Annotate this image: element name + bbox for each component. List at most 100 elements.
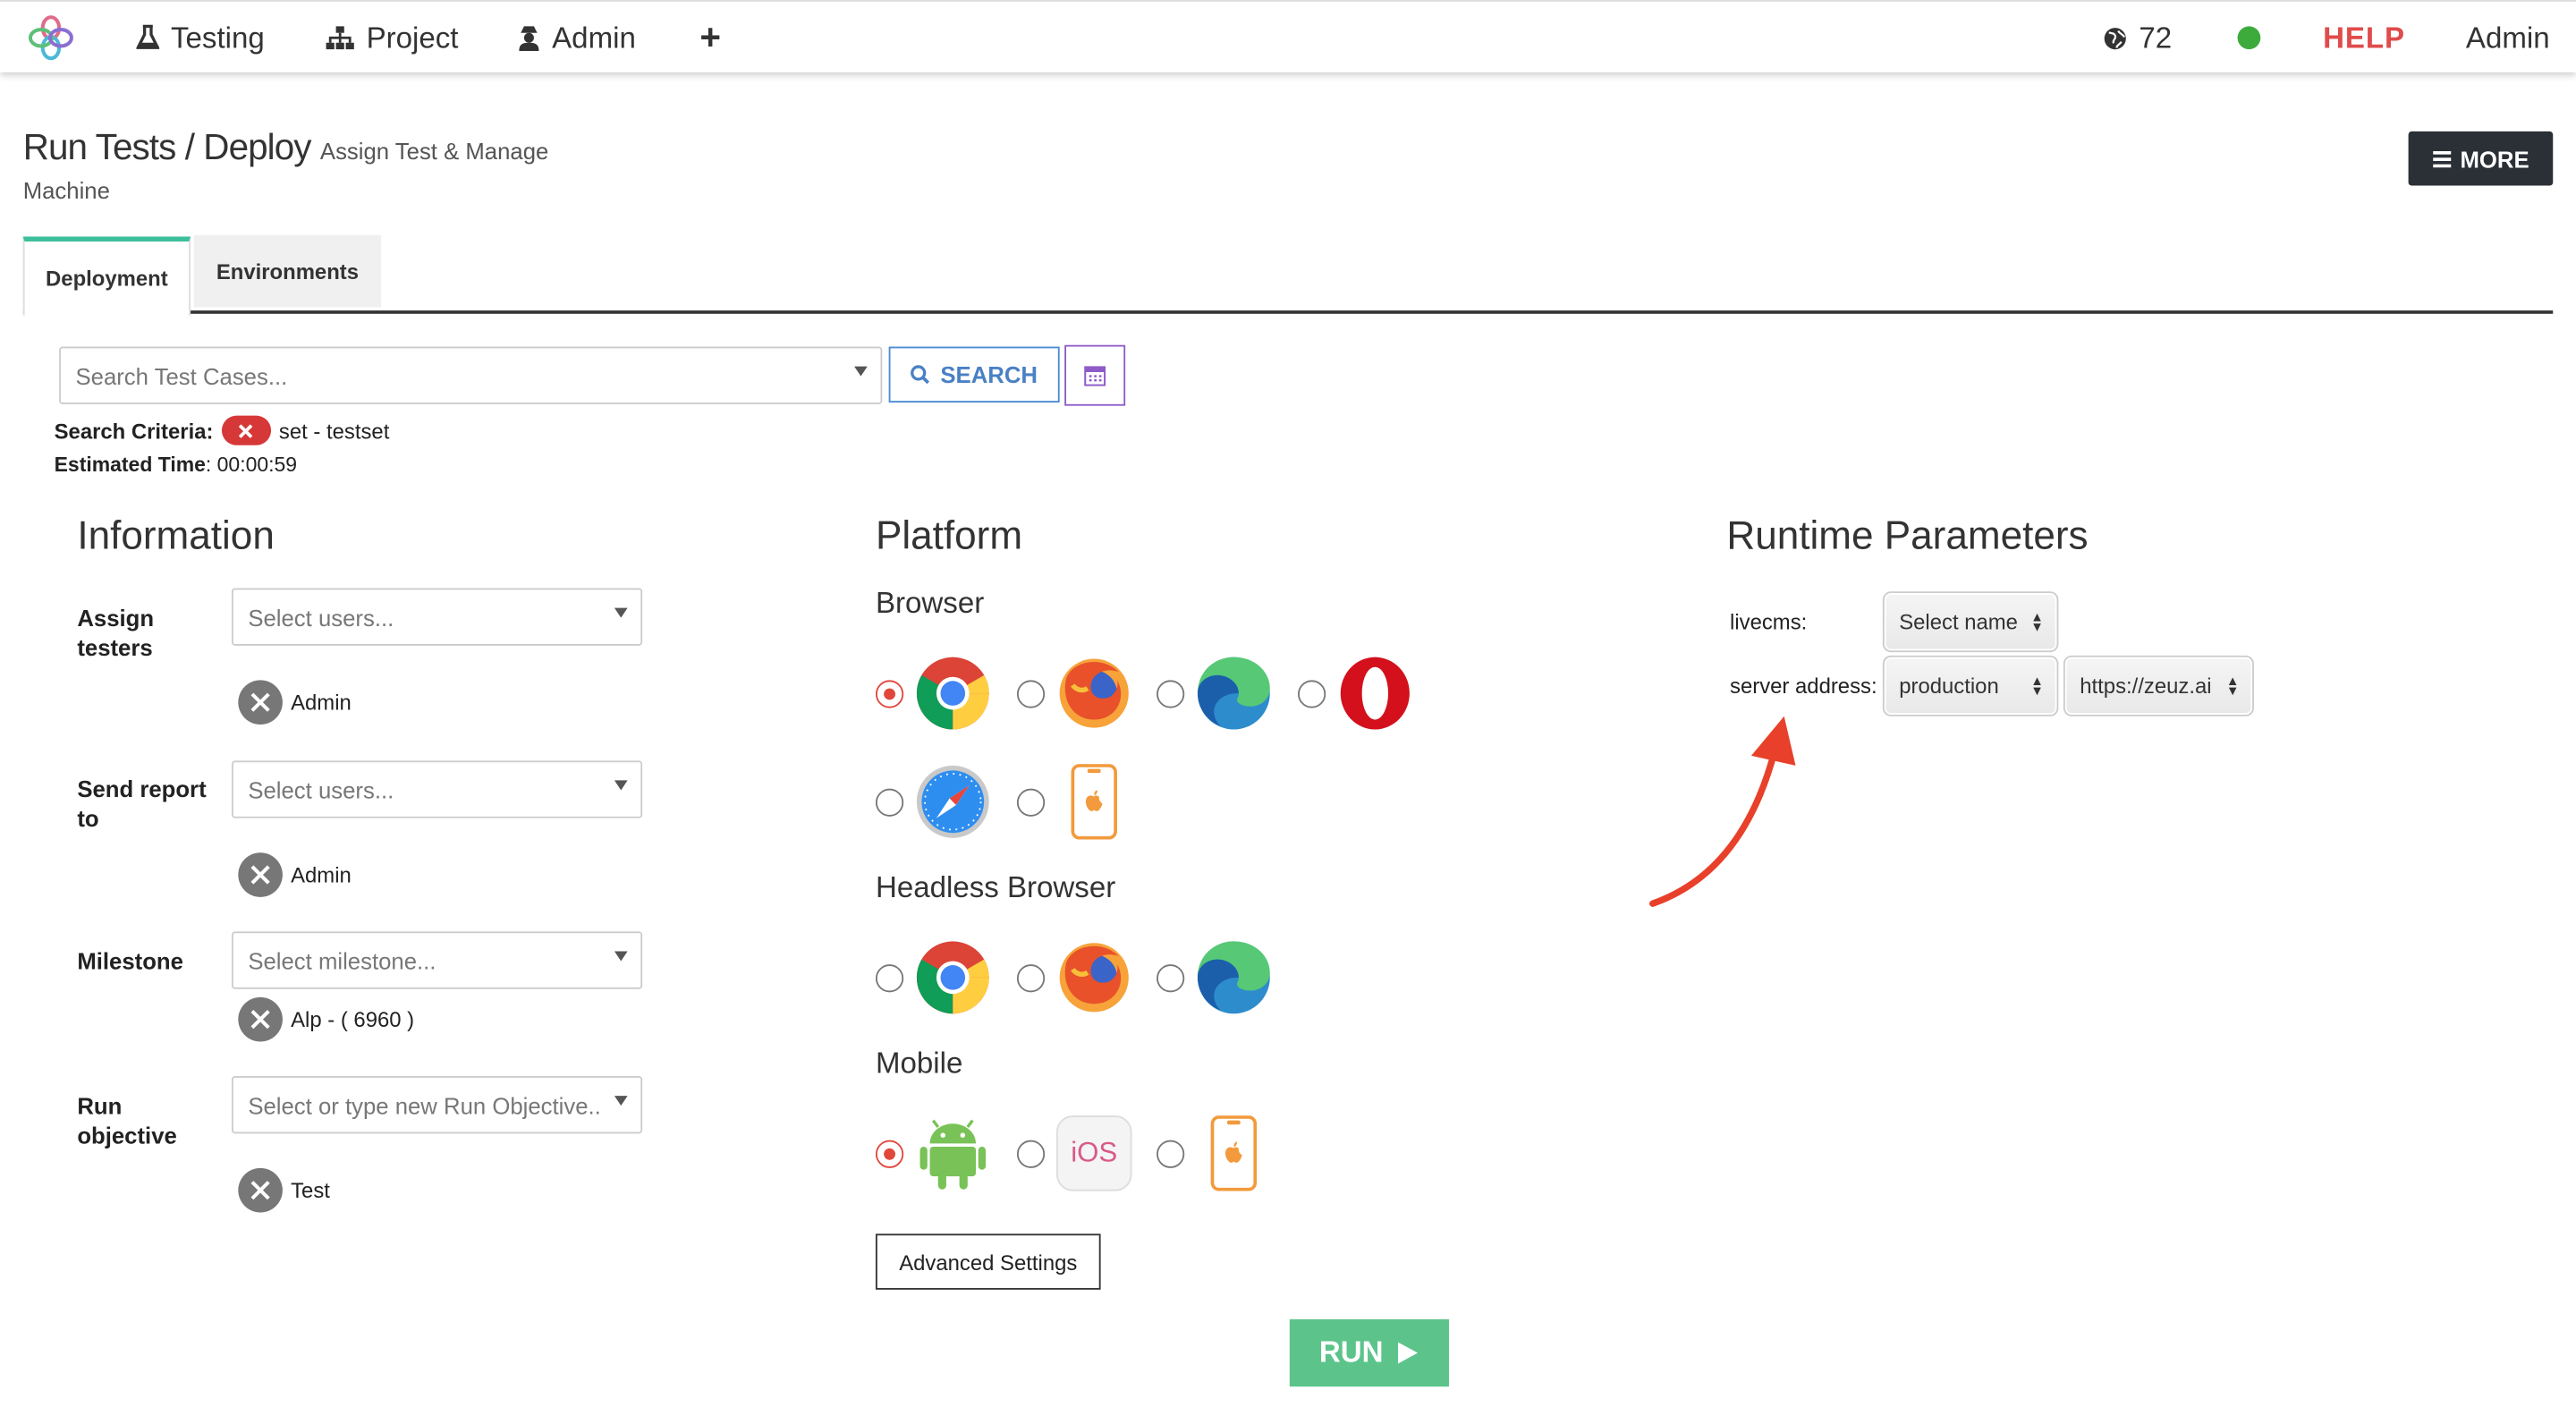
radio-browser-opera[interactable]: [1297, 680, 1326, 708]
run-objective-label: Run objective: [77, 1092, 177, 1149]
livecms-select[interactable]: Select name ▲ ▼: [1882, 591, 2059, 653]
radio-browser-ios-device[interactable]: [1016, 788, 1046, 817]
search-label: SEARCH: [940, 361, 1038, 388]
page-title: Run Tests / Deploy Assign Test & Manage: [23, 126, 549, 169]
run-objective-select[interactable]: Select or type new Run Objective..: [231, 1076, 643, 1134]
tabs-divider: [22, 310, 2554, 314]
assigned-tester-name: Admin: [291, 690, 352, 715]
app-logo[interactable]: [26, 2, 75, 74]
android-icon: [919, 1119, 987, 1190]
calendar-button[interactable]: [1064, 344, 1126, 406]
safari-icon: [916, 765, 989, 838]
play-icon: [1398, 1342, 1419, 1364]
top-navbar: Testing Project Admin + 72 HELP Admin: [0, 0, 2576, 72]
chrome-icon: [916, 941, 989, 1014]
milestone-name: Alp - ( 6960 ): [291, 1006, 415, 1032]
browser-heading: Browser: [875, 586, 985, 620]
server-env-value: production: [1899, 674, 1999, 699]
criteria-label: Search Criteria:: [54, 418, 214, 443]
notifications[interactable]: 72: [2103, 2, 2172, 74]
send-report-label: Send report to: [77, 775, 207, 832]
search-test-cases-input[interactable]: Search Test Cases...: [59, 346, 883, 404]
close-icon: [239, 423, 253, 437]
radio-browser-edge[interactable]: [1157, 680, 1185, 708]
ios-device-icon: [1071, 764, 1117, 840]
radio-mobile-ios[interactable]: [1016, 1140, 1046, 1168]
updown-icon: ▲ ▼: [2030, 609, 2044, 634]
more-button[interactable]: MORE: [2408, 131, 2554, 186]
radio-mobile-ios-device[interactable]: [1157, 1140, 1185, 1168]
chevron-down-icon: [614, 951, 628, 962]
estimated-time-value: : 00:00:59: [205, 453, 298, 477]
user-menu[interactable]: Admin: [2466, 2, 2550, 74]
remove-milestone-button[interactable]: [238, 996, 283, 1042]
run-objective-placeholder: Select or type new Run Objective..: [248, 1091, 601, 1118]
search-icon: [911, 365, 930, 385]
remove-recipient-button[interactable]: [238, 852, 283, 897]
nav-admin-label: Admin: [552, 20, 636, 54]
ios-text: iOS: [1071, 1136, 1118, 1168]
assign-testers-label: Assign testers: [77, 604, 155, 661]
firefox-icon: [1059, 943, 1129, 1013]
run-button[interactable]: RUN: [1289, 1318, 1449, 1387]
nav-add-button[interactable]: +: [699, 2, 721, 74]
nav-project-label: Project: [366, 20, 459, 54]
tab-environments[interactable]: Environments: [193, 234, 382, 308]
radio-headless-firefox[interactable]: [1016, 964, 1046, 993]
search-criteria: Search Criteria: set - testset: [54, 415, 390, 445]
send-report-select[interactable]: Select users...: [231, 760, 643, 818]
assign-testers-select[interactable]: Select users...: [231, 588, 643, 646]
opera-icon: [1340, 657, 1410, 730]
server-env-select[interactable]: production ▲ ▼: [1882, 655, 2059, 716]
estimated-time: Estimated Time: 00:00:59: [55, 453, 297, 477]
nav-testing[interactable]: Testing: [136, 2, 265, 74]
headless-heading: Headless Browser: [875, 870, 1116, 904]
nav-project[interactable]: Project: [326, 2, 459, 74]
estimated-time-label: Estimated Time: [54, 453, 206, 477]
run-objective-name: Test: [291, 1177, 330, 1203]
firefox-icon: [1059, 658, 1129, 728]
tab-deployment[interactable]: Deployment: [22, 236, 191, 316]
search-button[interactable]: SEARCH: [888, 346, 1060, 403]
flask-icon: [136, 24, 160, 49]
runtime-heading: Runtime Parameters: [1726, 513, 2089, 559]
close-icon: [250, 865, 270, 885]
livecms-value: Select name: [1899, 609, 2018, 634]
radio-headless-chrome[interactable]: [875, 964, 904, 993]
chevron-down-icon: [614, 607, 628, 618]
edge-icon: [1197, 941, 1270, 1014]
close-icon: [250, 1181, 270, 1200]
radio-browser-firefox[interactable]: [1016, 680, 1046, 708]
assign-testers-placeholder: Select users...: [248, 603, 394, 631]
close-icon: [250, 692, 270, 712]
report-recipient-name: Admin: [291, 862, 352, 887]
sitemap-icon: [326, 26, 354, 50]
globe-icon: [2104, 27, 2126, 49]
search-placeholder: Search Test Cases...: [75, 361, 288, 389]
remove-criteria-button[interactable]: [221, 415, 271, 445]
chevron-down-icon: [614, 780, 628, 791]
advanced-settings-button[interactable]: Advanced Settings: [875, 1233, 1101, 1290]
livecms-label: livecms:: [1730, 609, 1808, 634]
app-root: Testing Project Admin + 72 HELP Admin Ru…: [0, 0, 2576, 1424]
connection-status: [2237, 2, 2261, 74]
radio-mobile-android[interactable]: [875, 1140, 904, 1168]
page-subtitle: Assign Test & Manage: [319, 138, 549, 165]
milestone-select[interactable]: Select milestone...: [231, 931, 643, 989]
radio-headless-edge[interactable]: [1157, 964, 1185, 993]
server-url-select[interactable]: https://zeuz.ai ▲ ▼: [2063, 655, 2254, 716]
radio-browser-chrome[interactable]: [875, 680, 904, 708]
notifications-count: 72: [2139, 20, 2173, 54]
nav-admin[interactable]: Admin: [518, 2, 636, 74]
run-label: RUN: [1318, 1335, 1384, 1369]
annotation-arrow-icon: [1649, 716, 1796, 907]
radio-browser-safari[interactable]: [875, 788, 904, 817]
close-icon: [250, 1010, 270, 1030]
status-dot-icon: [2237, 26, 2261, 50]
bars-icon: [2432, 150, 2451, 167]
help-link[interactable]: HELP: [2323, 2, 2405, 74]
remove-objective-button[interactable]: [238, 1167, 283, 1213]
information-heading: Information: [77, 513, 275, 559]
platform-heading: Platform: [875, 513, 1023, 559]
remove-tester-button[interactable]: [238, 680, 283, 725]
